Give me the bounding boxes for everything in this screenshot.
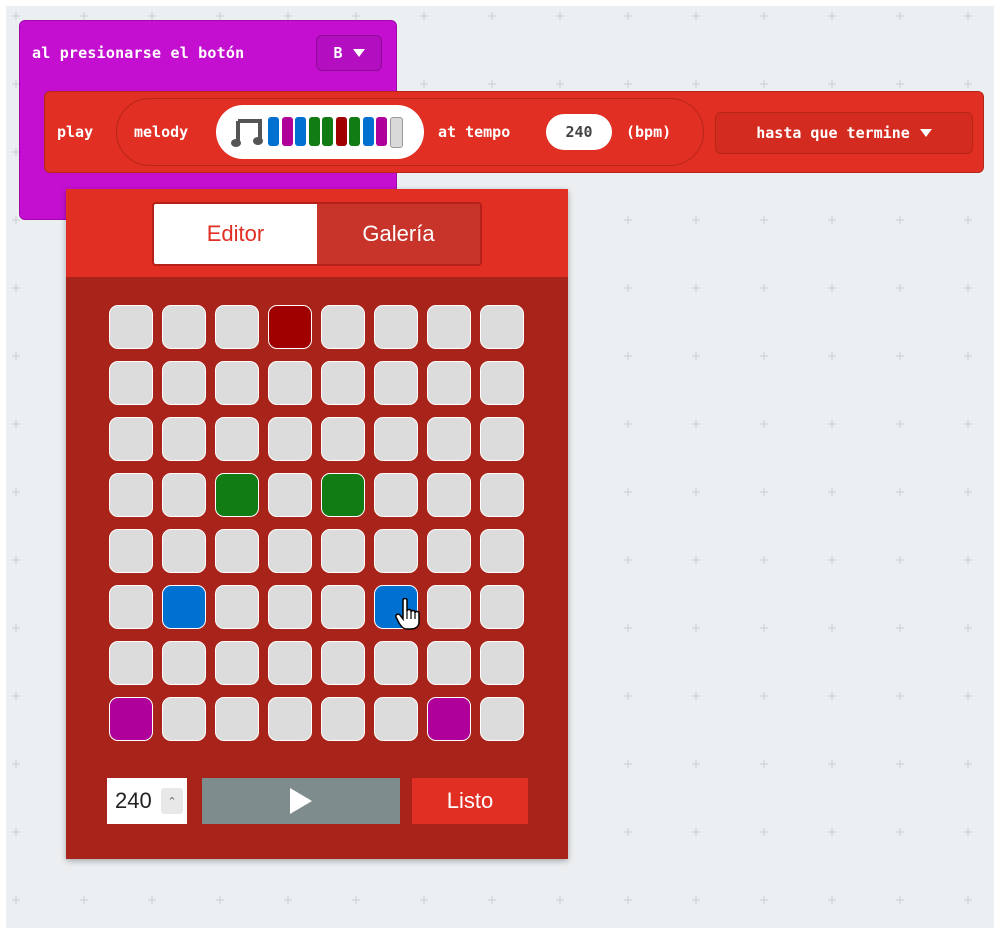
- play-mode-dropdown[interactable]: hasta que termine: [715, 112, 973, 154]
- note-cell[interactable]: [374, 697, 418, 741]
- melody-preview-note: [281, 117, 293, 146]
- note-cell[interactable]: [427, 361, 471, 405]
- note-cell[interactable]: [427, 585, 471, 629]
- note-cell[interactable]: [268, 529, 312, 573]
- tab-editor[interactable]: Editor: [154, 204, 317, 264]
- note-cell[interactable]: [427, 473, 471, 517]
- music-note-icon: [231, 119, 263, 147]
- note-cell[interactable]: [162, 305, 206, 349]
- note-cell[interactable]: [427, 305, 471, 349]
- note-cell[interactable]: [480, 585, 524, 629]
- note-cell[interactable]: [162, 529, 206, 573]
- tempo-field[interactable]: 240: [546, 114, 612, 150]
- note-cell[interactable]: [480, 641, 524, 685]
- note-cell[interactable]: [109, 529, 153, 573]
- bpm-label: (bpm): [626, 123, 672, 141]
- melody-preview-note: [308, 117, 320, 146]
- note-cell[interactable]: [215, 529, 259, 573]
- note-cell[interactable]: [215, 641, 259, 685]
- tempo-label: at tempo: [438, 123, 511, 141]
- melody-preview-note: [349, 117, 360, 146]
- play-triangle-icon: [290, 788, 312, 814]
- melody-preview-note: [389, 117, 403, 148]
- note-cell[interactable]: [374, 529, 418, 573]
- note-cell[interactable]: [109, 473, 153, 517]
- editor-tabs: Editor Galería: [152, 202, 482, 266]
- note-cell[interactable]: [215, 417, 259, 461]
- note-cell[interactable]: [109, 305, 153, 349]
- note-cell[interactable]: [427, 697, 471, 741]
- note-cell[interactable]: [268, 641, 312, 685]
- note-cell[interactable]: [109, 697, 153, 741]
- hand-pointer-cursor-icon: [395, 598, 420, 630]
- note-cell[interactable]: [480, 361, 524, 405]
- melody-preview-note: [362, 117, 374, 146]
- note-cell[interactable]: [321, 697, 365, 741]
- tempo-field-value: 240: [565, 123, 593, 141]
- note-cell[interactable]: [321, 305, 365, 349]
- melody-preview-note: [376, 117, 387, 146]
- caret-down-icon: [919, 129, 932, 137]
- note-cell[interactable]: [480, 697, 524, 741]
- note-cell[interactable]: [268, 305, 312, 349]
- note-cell[interactable]: [321, 585, 365, 629]
- spinner-icon[interactable]: ⌃: [161, 788, 183, 814]
- melody-preview-note: [268, 117, 279, 146]
- note-cell[interactable]: [268, 361, 312, 405]
- note-cell[interactable]: [162, 641, 206, 685]
- note-cell[interactable]: [215, 361, 259, 405]
- button-select-dropdown[interactable]: B: [316, 35, 382, 71]
- note-cell[interactable]: [162, 361, 206, 405]
- note-cell[interactable]: [374, 305, 418, 349]
- note-cell[interactable]: [480, 473, 524, 517]
- tab-gallery[interactable]: Galería: [317, 204, 480, 264]
- note-cell[interactable]: [321, 417, 365, 461]
- button-select-value: B: [333, 44, 343, 62]
- note-cell[interactable]: [480, 417, 524, 461]
- note-cell[interactable]: [480, 305, 524, 349]
- caret-down-icon: [352, 49, 365, 57]
- note-cell[interactable]: [109, 361, 153, 405]
- event-block-label: al presionarse el botón: [32, 44, 245, 62]
- note-cell[interactable]: [162, 473, 206, 517]
- play-label: play: [57, 123, 94, 141]
- note-cell[interactable]: [374, 417, 418, 461]
- melody-preview-note: [322, 117, 333, 146]
- tempo-input-value: 240: [115, 788, 152, 813]
- note-cell[interactable]: [268, 417, 312, 461]
- note-cell[interactable]: [427, 417, 471, 461]
- melody-preview-note: [295, 117, 306, 146]
- play-button[interactable]: [202, 778, 400, 824]
- play-mode-value: hasta que termine: [756, 124, 910, 142]
- note-cell[interactable]: [268, 697, 312, 741]
- note-cell[interactable]: [215, 305, 259, 349]
- note-cell[interactable]: [109, 585, 153, 629]
- note-cell[interactable]: [427, 641, 471, 685]
- melody-preview-note: [335, 117, 347, 146]
- note-cell[interactable]: [215, 585, 259, 629]
- note-cell[interactable]: [215, 473, 259, 517]
- note-cell[interactable]: [268, 585, 312, 629]
- note-cell[interactable]: [321, 361, 365, 405]
- note-cell[interactable]: [374, 473, 418, 517]
- melody-editor-header: Editor Galería: [66, 189, 568, 277]
- note-cell[interactable]: [215, 697, 259, 741]
- tempo-number-input[interactable]: 240 ⌃: [107, 778, 187, 824]
- melody-label: melody: [134, 123, 189, 141]
- note-cell[interactable]: [321, 473, 365, 517]
- melody-editor-popup: Editor Galería 240 ⌃ Listo: [66, 189, 568, 859]
- done-button[interactable]: Listo: [412, 778, 528, 824]
- note-cell[interactable]: [268, 473, 312, 517]
- note-cell[interactable]: [162, 697, 206, 741]
- note-cell[interactable]: [374, 361, 418, 405]
- note-cell[interactable]: [109, 641, 153, 685]
- note-cell[interactable]: [480, 529, 524, 573]
- note-cell[interactable]: [109, 417, 153, 461]
- note-cell[interactable]: [321, 529, 365, 573]
- note-cell[interactable]: [321, 641, 365, 685]
- note-cell[interactable]: [374, 641, 418, 685]
- note-cell[interactable]: [427, 529, 471, 573]
- note-cell[interactable]: [162, 417, 206, 461]
- note-cell[interactable]: [162, 585, 206, 629]
